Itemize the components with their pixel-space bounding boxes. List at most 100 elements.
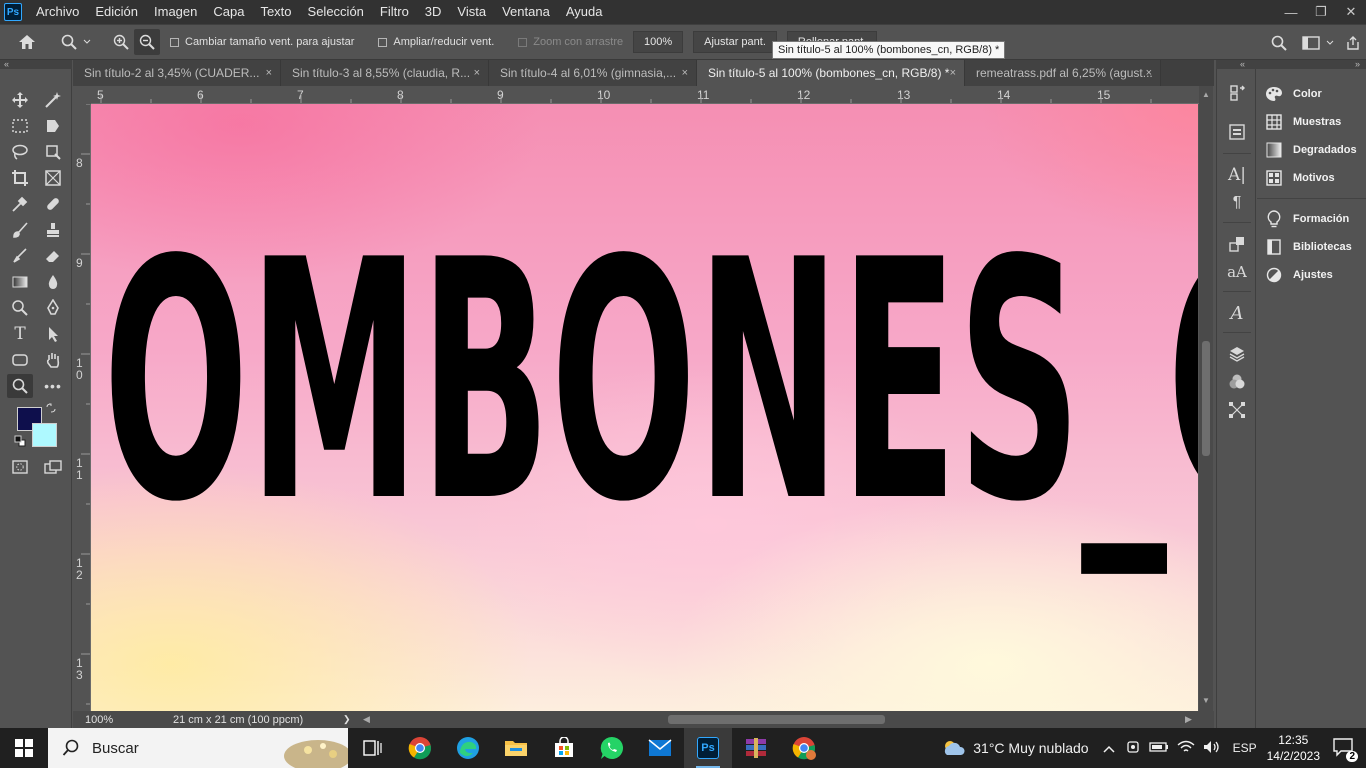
- language-indicator[interactable]: ESP: [1233, 741, 1257, 755]
- dodge-tool-icon[interactable]: [7, 296, 33, 320]
- panel-adjustments[interactable]: Ajustes: [1265, 264, 1333, 286]
- menu-vista[interactable]: Vista: [449, 0, 494, 24]
- scroll-right-icon[interactable]: ▶: [1185, 714, 1192, 725]
- zoom-out-icon[interactable]: [134, 29, 160, 55]
- resize-windows-checkbox[interactable]: Cambiar tamaño vent. para ajustar: [170, 36, 354, 48]
- eyedropper-icon[interactable]: [7, 192, 33, 216]
- crop-tool-icon[interactable]: [7, 166, 33, 190]
- zoom-tool-icon[interactable]: [7, 374, 33, 398]
- eraser-tool-icon[interactable]: [40, 244, 66, 268]
- vertical-scroll-thumb[interactable]: [1202, 341, 1210, 456]
- workspace-icon[interactable]: [1298, 30, 1324, 56]
- task-view-icon[interactable]: [348, 728, 396, 768]
- fit-screen-button[interactable]: Ajustar pant.: [693, 31, 777, 53]
- scroll-down-icon[interactable]: ▼: [1202, 696, 1210, 705]
- panels-collapse-strip[interactable]: «»: [1216, 60, 1366, 69]
- zoom-all-checkbox[interactable]: Ampliar/reducir vent.: [378, 36, 494, 48]
- workspace-chevron-icon[interactable]: [1324, 30, 1336, 56]
- chrome-profile-icon[interactable]: [780, 728, 828, 768]
- tab-close-icon[interactable]: ×: [1146, 67, 1152, 79]
- background-color-swatch[interactable]: [32, 423, 57, 447]
- artboard-wand-icon[interactable]: [40, 88, 66, 112]
- chevron-down-icon[interactable]: [82, 29, 92, 55]
- lasso-tool-icon[interactable]: [7, 140, 33, 164]
- restore-button[interactable]: ❐: [1306, 0, 1336, 24]
- panel-patterns[interactable]: Motivos: [1265, 167, 1335, 189]
- tools-collapse-strip[interactable]: «: [0, 60, 72, 69]
- store-icon[interactable]: [540, 728, 588, 768]
- healing-brush-icon[interactable]: [40, 192, 66, 216]
- character-styles-icon[interactable]: aA: [1226, 261, 1248, 283]
- tab-sin-titulo-3[interactable]: Sin título-3 al 8,55% (claudia, R... ×: [281, 60, 489, 86]
- weather-text[interactable]: 31°C Muy nublado: [973, 740, 1088, 756]
- screen-mode-icon[interactable]: [40, 455, 66, 479]
- tab-close-icon[interactable]: ×: [950, 67, 956, 79]
- hand-tool-icon[interactable]: [40, 348, 66, 372]
- menu-seleccion[interactable]: Selección: [300, 0, 372, 24]
- glyphs-panel-icon[interactable]: [1226, 233, 1248, 255]
- history-panel-icon[interactable]: [1226, 82, 1248, 104]
- winrar-icon[interactable]: [732, 728, 780, 768]
- file-explorer-icon[interactable]: [492, 728, 540, 768]
- layers-panel-icon[interactable]: [1226, 343, 1248, 365]
- wifi-icon[interactable]: [1177, 740, 1195, 757]
- menu-filtro[interactable]: Filtro: [372, 0, 417, 24]
- menu-3d[interactable]: 3D: [417, 0, 450, 24]
- panel-swatches[interactable]: Muestras: [1265, 111, 1341, 133]
- menu-texto[interactable]: Texto: [252, 0, 299, 24]
- menu-ayuda[interactable]: Ayuda: [558, 0, 611, 24]
- properties-panel-icon[interactable]: [1226, 121, 1248, 143]
- chrome-icon[interactable]: [396, 728, 444, 768]
- mail-icon[interactable]: [636, 728, 684, 768]
- vertical-scrollbar[interactable]: ▲ ▼: [1199, 86, 1213, 712]
- panel-learn[interactable]: Formación: [1265, 208, 1349, 230]
- panel-color[interactable]: Color: [1265, 83, 1322, 105]
- ruler-origin[interactable]: [73, 86, 91, 104]
- gradient-tool-icon[interactable]: [7, 270, 33, 294]
- character-panel-icon[interactable]: A|: [1226, 164, 1248, 186]
- tab-close-icon[interactable]: ×: [474, 67, 480, 79]
- battery-icon[interactable]: [1148, 740, 1169, 756]
- pen-tool-icon[interactable]: [40, 296, 66, 320]
- panel-libraries[interactable]: Bibliotecas: [1265, 236, 1352, 258]
- edge-icon[interactable]: [444, 728, 492, 768]
- type-tool-icon[interactable]: T: [7, 322, 33, 346]
- tab-sin-titulo-5[interactable]: Sin título-5 al 100% (bombones_cn, RGB/8…: [697, 60, 965, 86]
- vertical-ruler[interactable]: 8 9 10 11 12 13: [73, 104, 91, 712]
- scrubby-zoom-checkbox[interactable]: Zoom con arrastre: [518, 36, 623, 48]
- brush-tool-icon[interactable]: [7, 218, 33, 242]
- tab-remeatrass[interactable]: remeatrass.pdf al 6,25% (agust... ×: [965, 60, 1161, 86]
- whatsapp-icon[interactable]: [588, 728, 636, 768]
- zoom-level-field[interactable]: 100%: [633, 31, 684, 53]
- menu-ventana[interactable]: Ventana: [494, 0, 558, 24]
- blur-tool-icon[interactable]: [40, 270, 66, 294]
- menu-edicion[interactable]: Edición: [87, 0, 146, 24]
- default-colors-icon[interactable]: [12, 433, 28, 449]
- move-tool-icon[interactable]: [7, 88, 33, 112]
- crop-frame-icon[interactable]: [40, 140, 66, 164]
- volume-icon[interactable]: [1203, 740, 1221, 757]
- paths-panel-icon[interactable]: [1226, 399, 1248, 421]
- chevron-up-icon[interactable]: [1103, 740, 1115, 756]
- path-selection-icon[interactable]: [40, 322, 66, 346]
- scroll-up-icon[interactable]: ▲: [1202, 90, 1210, 99]
- swap-colors-icon[interactable]: [43, 400, 59, 416]
- close-button[interactable]: ✕: [1336, 0, 1366, 24]
- minimize-button[interactable]: —: [1276, 0, 1306, 24]
- panel-gradients[interactable]: Degradados: [1265, 139, 1357, 161]
- rectangle-tool-icon[interactable]: [7, 348, 33, 372]
- start-button[interactable]: [0, 728, 48, 768]
- frame-tool-icon[interactable]: [40, 166, 66, 190]
- quick-mask-icon[interactable]: [7, 455, 33, 479]
- paragraph-panel-icon[interactable]: ¶: [1226, 192, 1248, 214]
- taskbar-search[interactable]: Buscar: [48, 728, 348, 768]
- more-tools-icon[interactable]: •••: [40, 374, 66, 398]
- home-icon[interactable]: [14, 29, 40, 55]
- tab-close-icon[interactable]: ×: [682, 67, 688, 79]
- tab-sin-titulo-2[interactable]: Sin título-2 al 3,45% (CUADER... ×: [73, 60, 281, 86]
- tab-close-icon[interactable]: ×: [266, 67, 272, 79]
- clock[interactable]: 12:35 14/2/2023: [1267, 732, 1320, 764]
- menu-capa[interactable]: Capa: [205, 0, 252, 24]
- share-icon[interactable]: [1340, 30, 1366, 56]
- photoshop-taskbar-icon[interactable]: Ps: [684, 728, 732, 768]
